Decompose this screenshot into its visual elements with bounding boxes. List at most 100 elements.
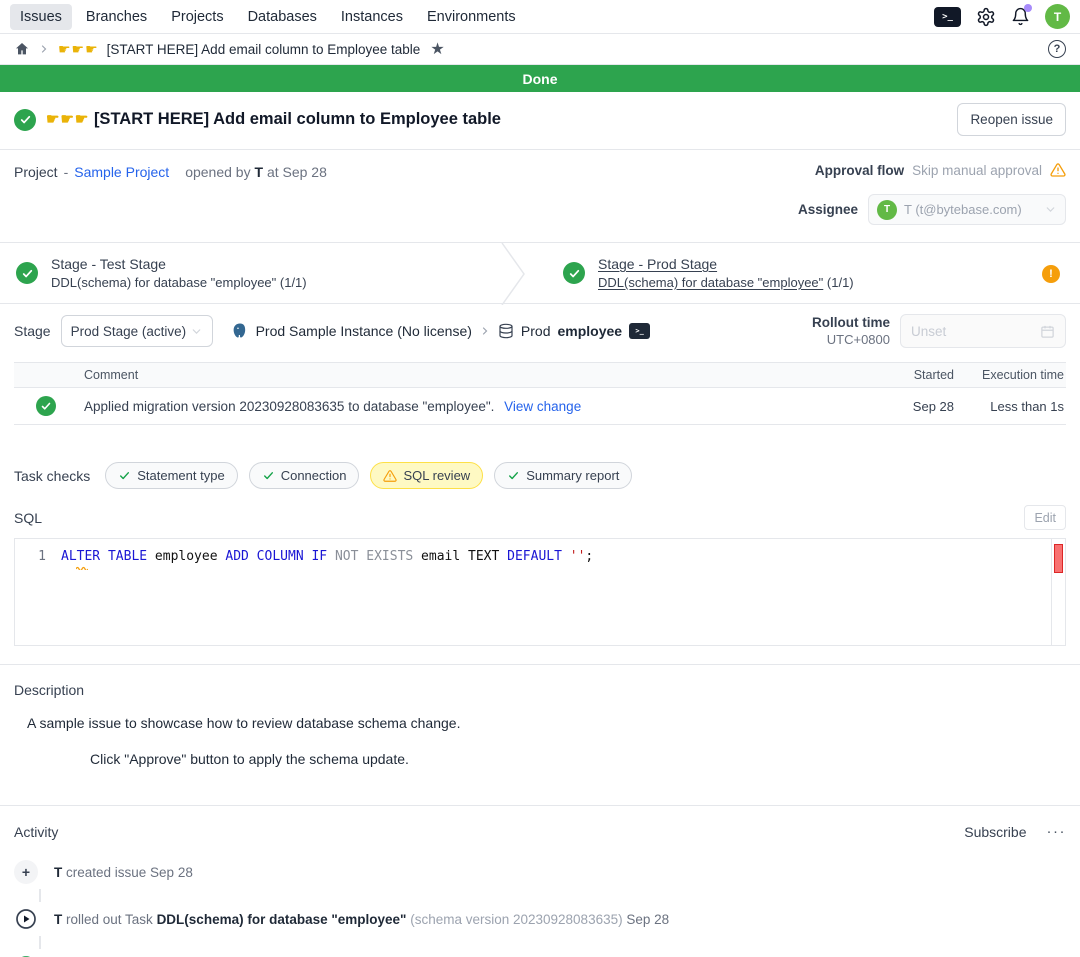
line-number: 1 — [15, 549, 61, 564]
activity-timeline: + T created issue Sep 28 T rolled out Ta… — [14, 860, 1066, 957]
chevron-right-icon — [479, 325, 491, 337]
notifications-bell-icon[interactable] — [1011, 7, 1030, 26]
environment-name: Prod — [521, 323, 551, 339]
stage-separator — [500, 243, 526, 305]
check-icon — [507, 469, 520, 482]
view-change-link[interactable]: View change — [504, 399, 581, 414]
open-sql-editor-icon[interactable]: >_ — [629, 323, 650, 339]
top-navigation: Issues Branches Projects Databases Insta… — [0, 0, 1080, 34]
nav-tab-databases[interactable]: Databases — [238, 4, 327, 30]
subscribe-button[interactable]: Subscribe — [964, 824, 1026, 840]
description-line: A sample issue to showcase how to review… — [27, 715, 1066, 731]
database-icon — [498, 323, 514, 339]
postgres-icon — [231, 322, 249, 340]
stage-select-label: Stage — [14, 323, 51, 339]
breadcrumb: ☛☛☛ [START HERE] Add email column to Emp… — [0, 34, 1080, 65]
project-link[interactable]: Sample Project — [74, 164, 169, 180]
breadcrumb-issue-title: [START HERE] Add email column to Employe… — [107, 42, 421, 57]
task-run-table: Comment Started Execution time Applied m… — [14, 362, 1066, 425]
stage-prod-subtitle-link[interactable]: DDL(schema) for database "employee" — [598, 275, 823, 290]
home-icon[interactable] — [14, 41, 30, 57]
sql-editor-icon[interactable]: >_ — [934, 7, 961, 27]
chevron-down-icon — [1044, 203, 1057, 216]
issue-done-check-icon — [14, 109, 36, 131]
description-section: Description A sample issue to showcase h… — [0, 665, 1080, 767]
assignee-label: Assignee — [798, 202, 858, 217]
stage-alert-icon[interactable]: ! — [1042, 265, 1060, 283]
warning-triangle-icon — [1050, 162, 1066, 178]
activity-label: Activity — [14, 824, 58, 840]
pointer-emojis: ☛☛☛ — [58, 41, 99, 58]
database-name[interactable]: employee — [558, 323, 623, 339]
nav-tab-environments[interactable]: Environments — [417, 4, 526, 30]
reopen-issue-button[interactable]: Reopen issue — [957, 103, 1066, 136]
nav-tab-branches[interactable]: Branches — [76, 4, 157, 30]
header-comment: Comment — [84, 368, 138, 382]
stage-done-check-icon — [563, 262, 585, 284]
chevron-right-icon — [38, 43, 50, 55]
timeline-connector — [39, 936, 41, 949]
check-statement-type[interactable]: Statement type — [105, 462, 237, 489]
more-options-icon[interactable]: ··· — [1047, 823, 1067, 840]
instance-name[interactable]: Prod Sample Instance (No license) — [256, 323, 472, 339]
sql-editor[interactable]: 1 ALTER TABLE employee ADD COLUMN IF NOT… — [14, 538, 1066, 646]
nav-tab-issues[interactable]: Issues — [10, 4, 72, 30]
task-checks: Task checks Statement type Connection SQ… — [0, 462, 1080, 489]
settings-gear-icon[interactable] — [976, 7, 996, 27]
header-execution-time: Execution time — [964, 368, 1064, 382]
project-label: Project — [14, 164, 58, 180]
nav-tab-projects[interactable]: Projects — [161, 4, 233, 30]
plus-circle-icon: + — [14, 860, 38, 884]
row-success-check-icon — [36, 396, 56, 416]
check-connection[interactable]: Connection — [249, 462, 360, 489]
activity-item-created: + T created issue Sep 28 — [14, 860, 1066, 884]
lint-squiggle — [76, 566, 88, 570]
table-header: Comment Started Execution time — [14, 362, 1066, 388]
stage-done-check-icon — [16, 262, 38, 284]
sql-code: ALTER TABLE employee ADD COLUMN IF NOT E… — [61, 549, 593, 564]
assignee-select[interactable]: T T (t@bytebase.com) — [868, 194, 1066, 225]
row-execution-time: Less than 1s — [964, 399, 1064, 414]
assignee-value: T (t@bytebase.com) — [904, 202, 1022, 217]
description-line: Click "Approve" button to apply the sche… — [90, 751, 1066, 767]
user-avatar[interactable]: T — [1045, 4, 1070, 29]
editor-scrollbar[interactable] — [1051, 539, 1065, 645]
calendar-icon — [1040, 324, 1055, 339]
activity-item-rollout: T rolled out Task DDL(schema) for databa… — [14, 907, 1066, 931]
table-row[interactable]: Applied migration version 20230928083635… — [14, 388, 1066, 425]
help-icon[interactable]: ? — [1048, 40, 1066, 58]
notification-badge — [1024, 4, 1032, 12]
sql-edit-button[interactable]: Edit — [1024, 505, 1066, 530]
chevron-down-icon — [190, 325, 203, 338]
nav-tab-instances[interactable]: Instances — [331, 4, 413, 30]
stage-prod-title[interactable]: Stage - Prod Stage — [598, 256, 854, 272]
header-started: Started — [894, 368, 954, 382]
timezone-label: UTC+0800 — [812, 332, 890, 347]
warning-triangle-icon — [383, 469, 397, 483]
check-summary-report[interactable]: Summary report — [494, 462, 632, 489]
row-comment: Applied migration version 20230928083635… — [84, 399, 581, 414]
stage-prod-subtitle: DDL(schema) for database "employee" (1/1… — [598, 275, 854, 290]
approval-flow-value: Skip manual approval — [912, 163, 1042, 178]
pointer-emojis: ☛☛☛ — [46, 111, 89, 128]
row-started: Sep 28 — [894, 399, 954, 414]
stage-test[interactable]: Stage - Test Stage DDL(schema) for datab… — [0, 256, 505, 290]
task-checks-label: Task checks — [14, 468, 90, 484]
error-marker — [1054, 544, 1063, 573]
check-sql-review[interactable]: SQL review — [370, 462, 483, 489]
stage-select[interactable]: Prod Stage (active) — [61, 315, 213, 347]
rollout-time-label: Rollout time — [812, 315, 890, 330]
issue-header: ☛☛☛ [START HERE] Add email column to Emp… — [0, 92, 1080, 150]
sql-section-header: SQL Edit — [0, 489, 1080, 530]
sql-code-line: 1 ALTER TABLE employee ADD COLUMN IF NOT… — [15, 539, 1065, 564]
check-icon — [262, 469, 275, 482]
status-banner: Done — [0, 65, 1080, 92]
rollout-time-input[interactable]: Unset — [900, 314, 1066, 348]
stage-prod[interactable]: Stage - Prod Stage DDL(schema) for datab… — [505, 256, 854, 290]
status-banner-label: Done — [523, 71, 558, 87]
opened-by-user: T — [254, 164, 263, 180]
issue-title: ☛☛☛ [START HERE] Add email column to Emp… — [46, 110, 501, 129]
star-icon[interactable]: ★ — [430, 39, 444, 59]
opened-by-text: opened by T at Sep 28 — [185, 164, 327, 180]
assignee-avatar: T — [877, 200, 897, 220]
